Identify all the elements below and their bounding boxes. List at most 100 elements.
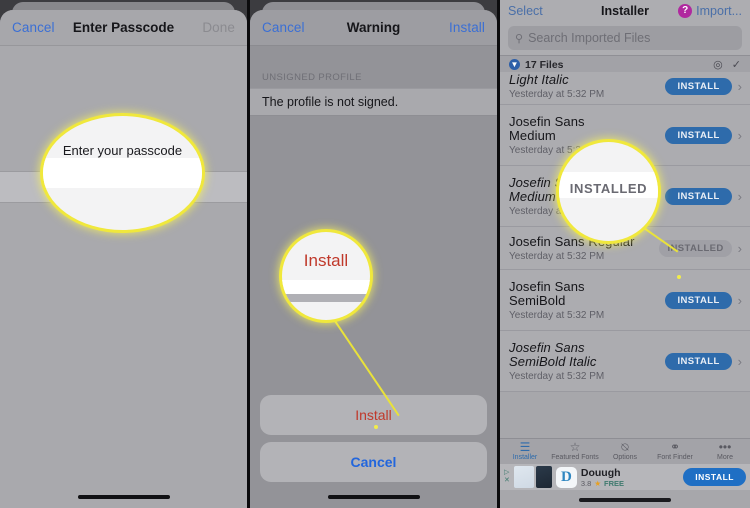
ad-close-icon[interactable]: ✕	[504, 477, 510, 485]
action-sheet-install-button[interactable]: Install	[260, 395, 487, 435]
file-date: Yesterday at 5:32 PM	[509, 89, 605, 100]
tab-more[interactable]: ••• More	[700, 439, 750, 464]
ad-choices-marks[interactable]: ▷ ✕	[504, 469, 510, 485]
files-header-icons: ◎ ✓	[713, 58, 741, 71]
files-count-label: 17 Files	[525, 58, 564, 71]
ad-app-meta: 3.8 ★ FREE	[581, 479, 679, 488]
install-button[interactable]: INSTALL	[665, 291, 732, 309]
tab-label: More	[717, 454, 733, 461]
profile-not-signed-row: The profile is not signed.	[250, 88, 497, 116]
install-button[interactable]: INSTALL	[665, 78, 732, 95]
file-info: Light Italic Yesterday at 5:32 PM	[509, 73, 665, 101]
installer-app: Select Installer ? Import... ⚲ Search Im…	[500, 0, 750, 508]
searchbar-wrap: ⚲ Search Imported Files	[500, 22, 750, 55]
table-row[interactable]: Josefin Sans SemiBold Italic Yesterday a…	[500, 331, 750, 392]
file-name: Josefin Sans SemiBold Italic	[509, 339, 597, 369]
install-button[interactable]: INSTALL	[665, 126, 732, 144]
ad-rating: 3.8	[580, 478, 592, 488]
tab-installer[interactable]: ☰ Installer	[500, 439, 550, 464]
file-info: Josefin Sans SemiBold Italic Yesterday a…	[509, 339, 665, 382]
action-sheet-cancel-button[interactable]: Cancel	[260, 442, 487, 482]
file-info: Josefin Sans Regular Yesterday at 5:32 P…	[509, 234, 659, 262]
mid-install-button[interactable]: Install	[449, 20, 485, 35]
tab-label: Font Finder	[657, 454, 693, 461]
profile-not-signed-text: The profile is not signed.	[262, 95, 399, 109]
chevron-right-icon[interactable]: ›	[738, 354, 742, 369]
callout-enter-passcode: Enter your passcode	[43, 116, 202, 230]
ad-thumb	[513, 466, 534, 488]
chevron-right-icon[interactable]: ›	[738, 241, 742, 256]
ellipsis-icon: •••	[718, 440, 732, 454]
callout-band	[43, 158, 202, 188]
mid-home-indicator	[327, 495, 420, 499]
ad-app-title: Douugh	[580, 466, 621, 479]
help-icon[interactable]: ?	[678, 4, 693, 18]
import-group[interactable]: ? Import...	[678, 4, 742, 18]
tab-label: Options	[612, 454, 638, 461]
leader-dot-install	[374, 425, 378, 429]
tab-featured-fonts[interactable]: ☆ Featured Fonts	[550, 439, 600, 464]
unsigned-profile-section-label: UNSIGNED PROFILE	[262, 72, 362, 83]
tab-label: Installer	[512, 454, 538, 461]
adchoices-icon[interactable]: ▷	[504, 469, 510, 477]
callout-installed: INSTALLED	[559, 142, 658, 241]
play-circle-icon: ⍉	[621, 440, 629, 454]
magnifier-circle-icon: ⚭	[669, 440, 681, 454]
mid-cancel-button[interactable]: Cancel	[262, 20, 305, 35]
file-info: Josefin Sans SemiBold Yesterday at 5:32 …	[509, 278, 665, 321]
file-name: Josefin Sans SemiBold	[509, 278, 585, 308]
chevron-right-icon[interactable]: ›	[738, 293, 742, 308]
ad-app-icon: D	[555, 466, 577, 488]
callout-install-band2	[282, 294, 370, 302]
file-date: Yesterday at 5:32 PM	[509, 309, 605, 321]
callout-enter-passcode-label: Enter your passcode	[62, 142, 183, 158]
search-icon: ⚲	[515, 32, 524, 45]
tab-bar[interactable]: ☰ Installer ☆ Featured Fonts ⍉ Options ⚭…	[500, 438, 750, 464]
ad-banner[interactable]: ▷ ✕ D Douugh 3.8 ★ FREE INSTALL	[500, 464, 750, 490]
left-sheet: Cancel Enter Passcode Done	[0, 10, 247, 508]
left-done-button[interactable]: Done	[202, 20, 235, 35]
ad-price: FREE	[604, 478, 625, 488]
tab-font-finder[interactable]: ⚭ Font Finder	[650, 439, 700, 464]
right-home-indicator	[579, 498, 671, 502]
file-list[interactable]: Light Italic Yesterday at 5:32 PM INSTAL…	[500, 72, 750, 438]
star-icon: ☆	[569, 440, 581, 454]
mid-navbar: Cancel Warning Install	[250, 10, 497, 46]
install-button[interactable]: INSTALL	[665, 352, 732, 370]
left-cancel-button[interactable]: Cancel	[12, 20, 55, 35]
search-placeholder: Search Imported Files	[528, 31, 651, 45]
chevron-right-icon[interactable]: ›	[738, 189, 742, 204]
import-button[interactable]: Import...	[696, 4, 742, 18]
left-navbar: Cancel Enter Passcode Done	[0, 10, 247, 46]
callout-installed-label: INSTALLED	[569, 181, 648, 196]
file-name: Josefin Sans Medium	[509, 113, 585, 143]
tab-label: Featured Fonts	[551, 454, 599, 461]
file-date: Yesterday at 5:32 PM	[509, 370, 605, 382]
ad-thumb	[535, 466, 552, 488]
file-date: Yesterday at 5:32 PM	[509, 250, 605, 262]
table-row[interactable]: Light Italic Yesterday at 5:32 PM INSTAL…	[500, 72, 750, 105]
star-icon: ★	[594, 478, 602, 488]
leader-dot-installed	[677, 275, 681, 279]
install-button[interactable]: INSTALL	[665, 187, 732, 205]
action-sheet: Install Cancel	[260, 395, 487, 482]
chevron-right-icon[interactable]: ›	[738, 79, 742, 94]
app-navbar: Select Installer ? Import...	[500, 0, 750, 22]
search-input[interactable]: ⚲ Search Imported Files	[508, 26, 742, 50]
eye-icon[interactable]: ◎	[713, 58, 723, 71]
panel-installer-app: Select Installer ? Import... ⚲ Search Im…	[500, 0, 750, 508]
chevron-right-icon[interactable]: ›	[738, 128, 742, 143]
table-row[interactable]: Josefin Sans SemiBold Yesterday at 5:32 …	[500, 270, 750, 331]
ad-install-button[interactable]: INSTALL	[683, 468, 746, 486]
ad-screenshots	[513, 466, 552, 488]
check-circle-icon[interactable]: ✓	[732, 58, 741, 71]
callout-install-label: Install	[303, 251, 349, 270]
tab-options[interactable]: ⍉ Options	[600, 439, 650, 464]
left-home-indicator	[77, 495, 170, 499]
screenshot-root: Cancel Enter Passcode Done Enter your pa…	[0, 0, 750, 508]
panel-enter-passcode: Cancel Enter Passcode Done Enter your pa…	[0, 0, 247, 508]
panel-warning: Cancel Warning Install UNSIGNED PROFILE …	[250, 0, 497, 508]
installed-badge: INSTALLED	[659, 239, 732, 257]
ad-text: Douugh 3.8 ★ FREE	[581, 467, 679, 488]
files-badge-icon: ▼	[509, 59, 520, 70]
